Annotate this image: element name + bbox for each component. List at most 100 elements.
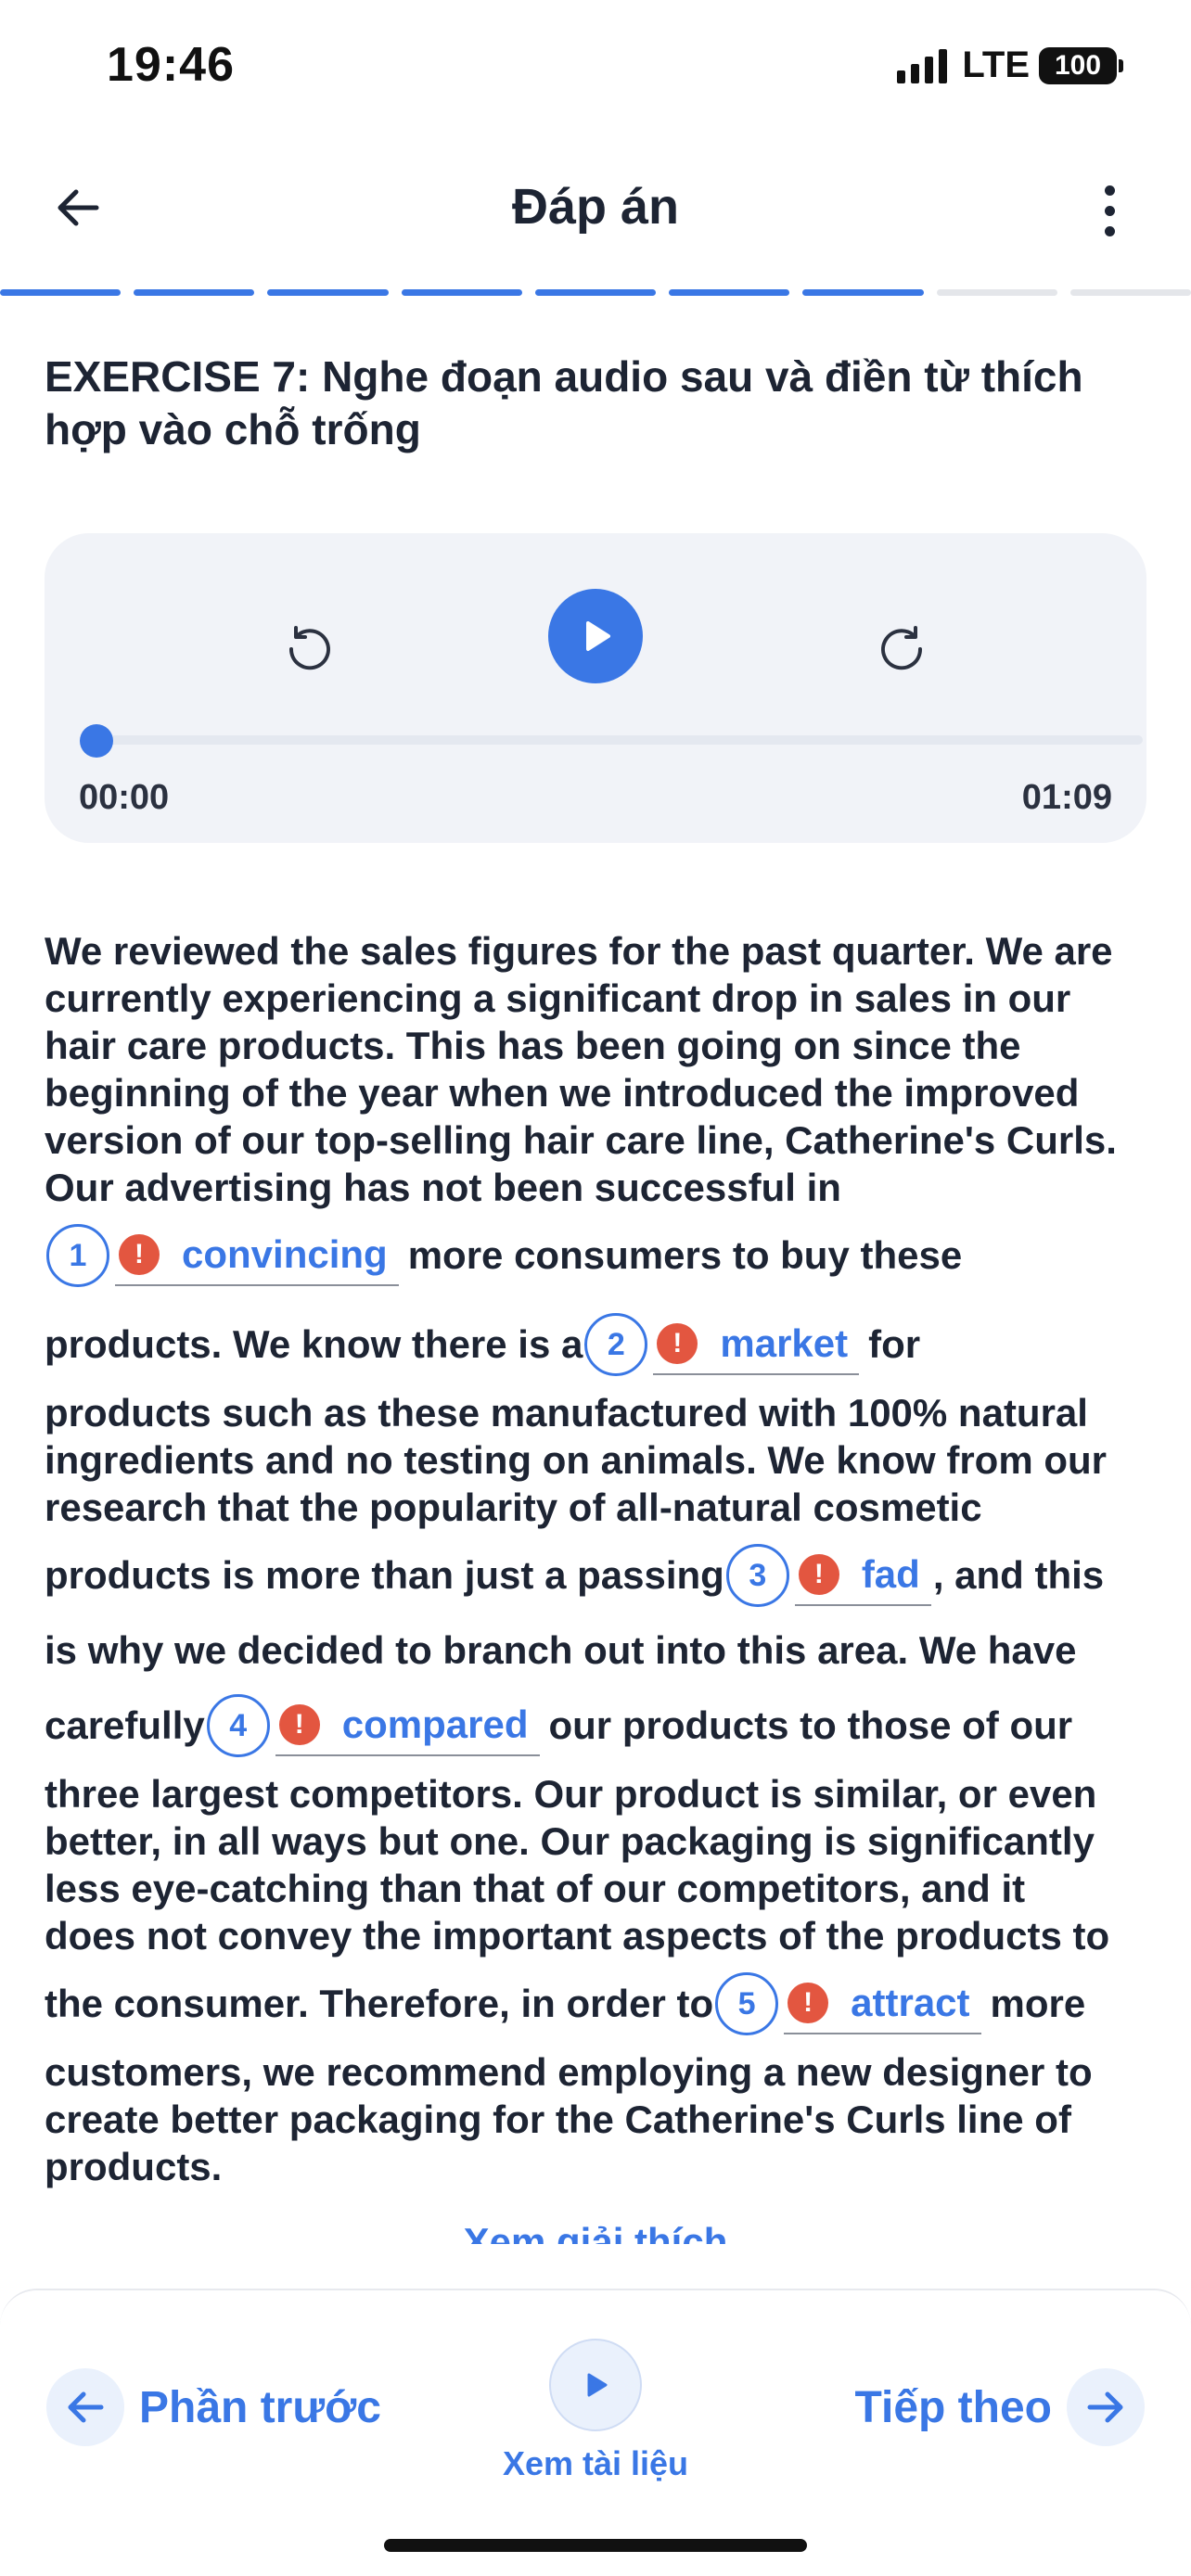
blank-3[interactable]: 3 ! fad <box>724 1544 933 1607</box>
prev-button[interactable]: Phần trước <box>46 2368 381 2446</box>
blank-5[interactable]: 5 ! attract <box>713 1972 990 2035</box>
passage-line: products is more than just a passing 3 !… <box>45 1531 1154 1620</box>
passage-text: carefully <box>45 1703 205 1747</box>
progress-segment <box>401 289 522 296</box>
passage-line: does not convey the important aspects of… <box>45 1914 1110 1958</box>
arrow-left-circle <box>46 2368 124 2446</box>
progress-segment <box>534 289 657 296</box>
explain-link-container: Xem giải thích <box>0 2207 1191 2244</box>
rewind-button[interactable] <box>267 607 351 691</box>
next-button[interactable]: Tiếp theo <box>855 2368 1145 2446</box>
bottom-nav: Phần trước Xem tài liệu Tiếp theo <box>0 2289 1191 2576</box>
passage-line: less eye-catching than that of our compe… <box>45 1867 1026 1910</box>
rewind-icon <box>288 626 330 670</box>
arrow-right-circle <box>1067 2368 1145 2446</box>
answer-text: fad <box>861 1552 920 1596</box>
passage-line: beginning of the year when we introduced… <box>45 1071 1080 1115</box>
explain-link[interactable]: Xem giải thích <box>0 2220 1191 2244</box>
passage-line: We reviewed the sales figures for the pa… <box>45 929 1113 973</box>
blank-number: 4 <box>206 1694 270 1757</box>
passage-text: products is more than just a passing <box>45 1553 724 1597</box>
passage-text: , and this <box>932 1553 1105 1597</box>
signal-icon <box>897 48 948 83</box>
passage: We reviewed the sales figures for the pa… <box>45 927 1154 2190</box>
passage-line: 1 ! convincing more consumers to buy the… <box>45 1211 1154 1300</box>
blank-number: 1 <box>46 1224 109 1287</box>
answer-text: convincing <box>182 1232 388 1276</box>
prev-label: Phần trước <box>139 2382 381 2432</box>
battery-icon: 100 <box>1039 46 1123 84</box>
forward-button[interactable] <box>861 607 944 691</box>
progress-segment <box>802 289 924 296</box>
passage-line: ingredients and no testing on animals. W… <box>45 1438 1107 1482</box>
error-icon: ! <box>119 1234 160 1275</box>
next-label: Tiếp theo <box>854 2382 1052 2432</box>
play-icon <box>586 621 610 651</box>
passage-line: the consumer. Therefore, in order to 5 !… <box>45 1959 1154 2048</box>
status-time: 19:46 <box>107 38 235 92</box>
current-time: 00:00 <box>79 778 170 817</box>
answer-field[interactable]: ! market <box>653 1321 860 1375</box>
progress-segment <box>267 289 389 296</box>
more-options-button[interactable] <box>1082 178 1137 243</box>
audio-seek-bar[interactable] <box>80 724 1143 758</box>
error-icon: ! <box>788 1983 829 2023</box>
passage-line: version of our top-selling hair care lin… <box>45 1118 1117 1162</box>
passage-line: currently experiencing a significant dro… <box>45 976 1071 1020</box>
blank-1[interactable]: 1 ! convincing <box>45 1224 408 1287</box>
passage-text: more <box>990 1982 1086 2025</box>
answer-field[interactable]: ! compared <box>275 1702 540 1756</box>
passage-text: the consumer. Therefore, in order to <box>45 1982 714 2025</box>
blank-2[interactable]: 2 ! market <box>583 1313 868 1376</box>
answer-text: market <box>720 1321 849 1365</box>
page-title: Đáp án <box>511 179 680 235</box>
error-icon: ! <box>798 1554 839 1595</box>
answer-field[interactable]: ! convincing <box>115 1232 399 1286</box>
progress-segment <box>134 289 255 296</box>
progress-segment <box>1069 289 1191 296</box>
passage-line: products. <box>45 2145 223 2188</box>
answer-text: attract <box>851 1981 970 2024</box>
passage-line: customers, we recommend employing a new … <box>45 2050 1093 2094</box>
play-button[interactable] <box>548 589 643 683</box>
passage-line: Our advertising has not been successful … <box>45 1166 841 1209</box>
more-vertical-icon <box>1104 185 1115 196</box>
total-time: 01:09 <box>1021 778 1112 817</box>
header: Đáp án <box>0 158 1191 260</box>
forward-icon <box>881 626 923 670</box>
blank-number: 3 <box>725 1544 789 1607</box>
passage-line: research that the popularity of all-natu… <box>45 1486 982 1529</box>
home-indicator <box>384 2539 807 2552</box>
error-icon: ! <box>657 1323 698 1364</box>
passage-line: create better packaging for the Catherin… <box>45 2098 1071 2141</box>
arrow-right-icon <box>1087 2391 1123 2423</box>
status-indicators: LTE 100 <box>897 45 1123 86</box>
exercise-progress <box>0 289 1191 296</box>
progress-segment <box>669 289 790 296</box>
answer-text: compared <box>341 1702 529 1746</box>
blank-number: 2 <box>584 1313 648 1376</box>
view-document-button[interactable]: Xem tài liệu <box>493 2339 698 2483</box>
answer-field[interactable]: ! fad <box>794 1552 931 1606</box>
progress-segment <box>936 289 1057 296</box>
audio-seek-thumb[interactable] <box>80 724 113 758</box>
doc-play-circle <box>549 2339 642 2431</box>
blank-4[interactable]: 4 ! compared <box>205 1694 549 1757</box>
passage-line: products such as these manufactured with… <box>45 1391 1088 1435</box>
passage-line: carefully 4 ! compared our products to t… <box>45 1681 1154 1770</box>
exercise-title: EXERCISE 7: Nghe đoạn audio sau và điền … <box>45 352 1083 453</box>
play-icon <box>587 2373 608 2397</box>
progress-segment <box>0 289 122 296</box>
answer-field[interactable]: ! attract <box>784 1981 981 2034</box>
passage-text: products. We know there is a <box>45 1322 583 1366</box>
blank-number: 5 <box>715 1972 779 2035</box>
doc-label: Xem tài liệu <box>502 2444 689 2482</box>
passage-line: products. We know there is a 2 ! market … <box>45 1300 1154 1389</box>
status-bar: 19:46 LTE 100 <box>0 0 1191 139</box>
passage-line: hair care products. This has been going … <box>45 1024 1021 1067</box>
error-icon: ! <box>278 1704 320 1745</box>
passage-line: three largest competitors. Our product i… <box>45 1772 1097 1816</box>
audio-player: 00:00 01:09 <box>45 533 1146 843</box>
passage-text: for <box>868 1322 921 1366</box>
passage-text: our products to those of our <box>548 1703 1073 1747</box>
